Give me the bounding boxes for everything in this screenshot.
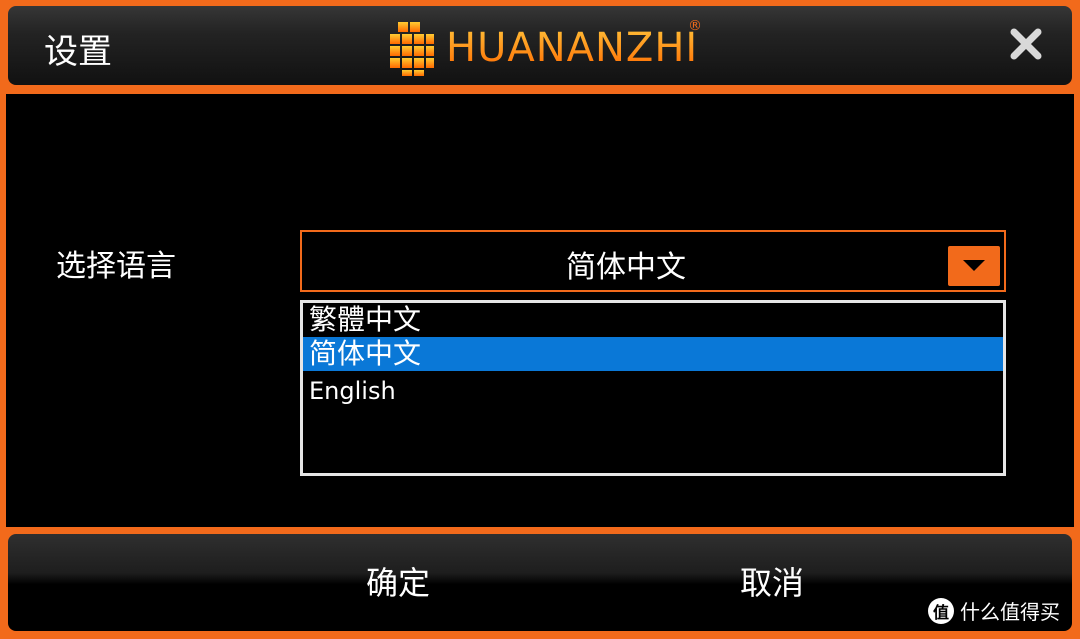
watermark-text: 什么值得买 [960,600,1060,624]
title-bar: 设置 HUANANZHI ® [8,6,1072,85]
option-simplified-chinese[interactable]: 简体中文 [303,337,1003,371]
cancel-button[interactable]: 取消 [740,558,804,604]
brand-name: HUANANZHI [446,25,699,71]
language-select[interactable]: 简体中文 [300,230,1006,292]
option-traditional-chinese[interactable]: 繁體中文 [303,303,1003,337]
language-options-list[interactable]: 繁體中文 简体中文 English [300,300,1006,476]
footer-bar: 确定 取消 值 什么值得买 [8,534,1072,631]
window-title: 设置 [44,32,112,72]
close-button[interactable] [1006,24,1046,64]
cube-logo-icon [388,20,436,76]
close-icon [1010,28,1042,60]
settings-dialog: 设置 HUANANZHI ® 选择语言 简体中文 繁體中文 简体中文 Engli… [0,0,1080,639]
language-label: 选择语言 [56,249,176,284]
brand-logo: HUANANZHI ® [388,18,702,78]
settings-content: 选择语言 简体中文 繁體中文 简体中文 English [6,94,1074,527]
option-english[interactable]: English [303,374,1003,408]
watermark: 值 什么值得买 [928,596,1060,625]
ok-button[interactable]: 确定 [366,558,430,604]
caret-down-icon[interactable] [948,246,1000,286]
registered-mark: ® [688,18,702,34]
watermark-badge: 值 [928,597,954,624]
language-select-value: 简体中文 [566,250,686,285]
